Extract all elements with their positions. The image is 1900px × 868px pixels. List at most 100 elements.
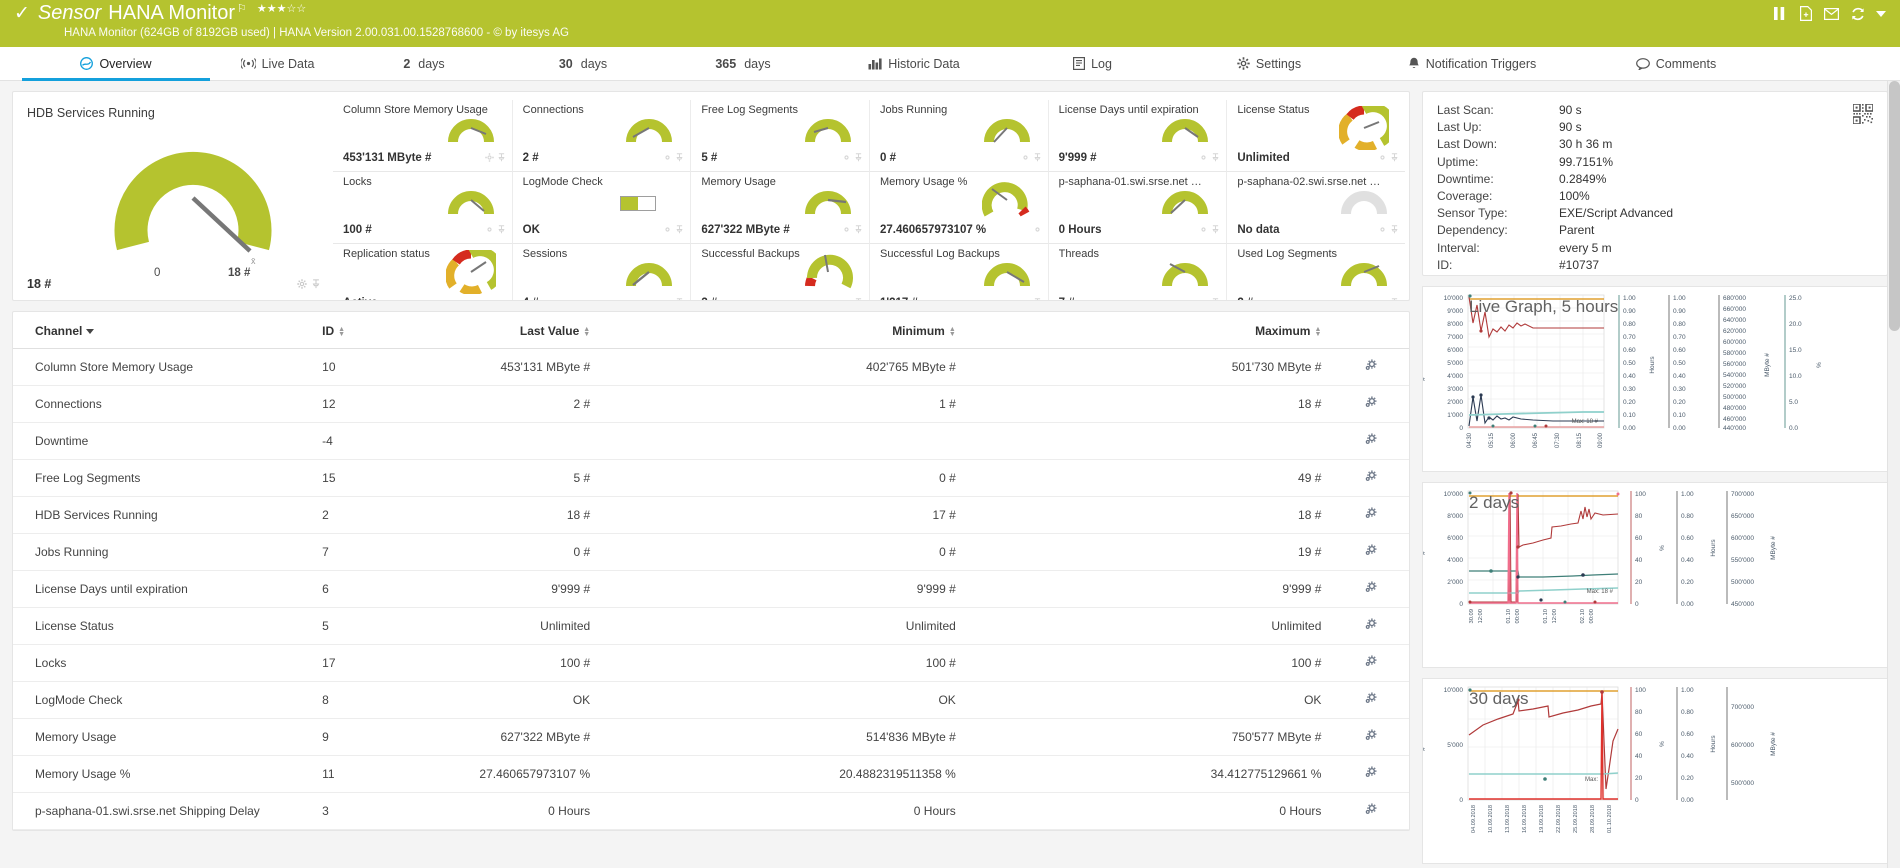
column-header-minimum[interactable]: Minimum▲▼ bbox=[600, 312, 966, 349]
pin-icon[interactable] bbox=[675, 294, 684, 301]
graph-live-5-hours[interactable]: Live Graph, 5 hours # 10'0009'000 8'0007… bbox=[1422, 286, 1888, 472]
mini-gauge-column-store-memory-usage[interactable]: Column Store Memory Usage 453'131 MByte … bbox=[333, 100, 512, 172]
add-document-icon[interactable] bbox=[1798, 6, 1813, 21]
pin-icon[interactable] bbox=[1390, 221, 1399, 239]
tab-log[interactable]: Log bbox=[1005, 47, 1180, 80]
table-row[interactable]: Connections122 #1 #18 # bbox=[13, 386, 1409, 423]
gear-icon[interactable] bbox=[1364, 618, 1377, 634]
mini-gauge-replication-status[interactable]: Replication status Active bbox=[333, 244, 512, 301]
cell-actions[interactable] bbox=[1331, 793, 1409, 830]
pin-icon[interactable] bbox=[1211, 221, 1220, 239]
mini-gauge-locks[interactable]: Locks 100 # bbox=[333, 172, 512, 244]
email-icon[interactable] bbox=[1824, 6, 1839, 21]
flag-icon[interactable]: ⚐ bbox=[237, 2, 247, 15]
cell-actions[interactable] bbox=[1331, 608, 1409, 645]
cell-actions[interactable] bbox=[1331, 682, 1409, 719]
gear-icon[interactable] bbox=[1364, 396, 1377, 412]
gear-icon[interactable] bbox=[1378, 294, 1387, 301]
gear-icon[interactable] bbox=[663, 149, 672, 167]
mini-gauge-sessions[interactable]: Sessions 4 # bbox=[512, 244, 691, 301]
table-row[interactable]: p-saphana-01.swi.srse.net Shipping Delay… bbox=[13, 793, 1409, 830]
tab-notification-triggers[interactable]: Notification Triggers bbox=[1358, 47, 1586, 80]
gear-icon[interactable] bbox=[842, 221, 851, 239]
refresh-icon[interactable] bbox=[1850, 6, 1865, 21]
rating-stars[interactable]: ★★★☆☆ bbox=[257, 2, 306, 15]
gear-icon[interactable] bbox=[1364, 692, 1377, 708]
mini-gauge-free-log-segments[interactable]: Free Log Segments 5 # bbox=[690, 100, 869, 172]
gear-icon[interactable] bbox=[1033, 221, 1042, 239]
tab-comments[interactable]: Comments bbox=[1586, 47, 1766, 80]
pin-icon[interactable] bbox=[675, 221, 684, 239]
gear-icon[interactable] bbox=[1021, 294, 1030, 301]
tab-settings[interactable]: Settings bbox=[1180, 47, 1358, 80]
cell-actions[interactable] bbox=[1331, 423, 1409, 460]
pin-icon[interactable] bbox=[854, 149, 863, 167]
graph-2-days[interactable]: 2 days # 10'0008'000 6'0004'000 2'0000 bbox=[1422, 482, 1888, 668]
column-header-id[interactable]: ID▲▼ bbox=[312, 312, 390, 349]
mini-gauge-memory-usage-percent[interactable]: Memory Usage % 27.460657973107 % bbox=[869, 172, 1048, 244]
pin-icon[interactable] bbox=[854, 221, 863, 239]
pin-icon[interactable] bbox=[1211, 149, 1220, 167]
gear-icon[interactable] bbox=[1199, 221, 1208, 239]
pin-icon[interactable] bbox=[311, 276, 321, 294]
table-row[interactable]: LogMode Check8OKOKOK bbox=[13, 682, 1409, 719]
pin-icon[interactable] bbox=[675, 149, 684, 167]
cell-actions[interactable] bbox=[1331, 534, 1409, 571]
gear-icon[interactable] bbox=[1364, 655, 1377, 671]
gear-icon[interactable] bbox=[1199, 149, 1208, 167]
mini-gauge-memory-usage[interactable]: Memory Usage 627'322 MByte # bbox=[690, 172, 869, 244]
pin-icon[interactable] bbox=[1211, 294, 1220, 301]
mini-gauge-license-status[interactable]: License Status Unlimited bbox=[1226, 100, 1405, 172]
mini-gauge-successful-backups[interactable]: Successful Backups 3 # bbox=[690, 244, 869, 301]
graph-30-days[interactable]: 30 days # 10'0005'000 0 bbox=[1422, 678, 1888, 864]
tab-live-data[interactable]: Live Data bbox=[210, 47, 345, 80]
gear-icon[interactable] bbox=[1199, 294, 1208, 301]
cell-actions[interactable] bbox=[1331, 460, 1409, 497]
gear-icon[interactable] bbox=[1378, 221, 1387, 239]
gear-icon[interactable] bbox=[1364, 803, 1377, 819]
gear-icon[interactable] bbox=[1364, 729, 1377, 745]
table-row[interactable]: Downtime-4 bbox=[13, 423, 1409, 460]
cell-actions[interactable] bbox=[1331, 386, 1409, 423]
tab-2-days[interactable]: 2 days bbox=[345, 47, 503, 80]
cell-actions[interactable] bbox=[1331, 756, 1409, 793]
gear-icon[interactable] bbox=[485, 149, 494, 167]
cell-actions[interactable] bbox=[1331, 571, 1409, 608]
pin-icon[interactable] bbox=[854, 294, 863, 301]
table-row[interactable]: Free Log Segments155 #0 #49 # bbox=[13, 460, 1409, 497]
mini-gauge-logmode-check[interactable]: LogMode Check OK bbox=[512, 172, 691, 244]
pause-icon[interactable] bbox=[1772, 6, 1787, 21]
mini-gauge-threads[interactable]: Threads 7 # bbox=[1048, 244, 1227, 301]
tab-365-days[interactable]: 365 days bbox=[663, 47, 823, 80]
gear-icon[interactable] bbox=[842, 149, 851, 167]
gear-icon[interactable] bbox=[1364, 507, 1377, 523]
gear-icon[interactable] bbox=[1021, 149, 1030, 167]
mini-gauge-used-log-segments[interactable]: Used Log Segments 2 # bbox=[1226, 244, 1405, 301]
mini-gauge-p-saphana-01-shipping-delay[interactable]: p-saphana-01.swi.srse.net Sh… 0 Hours bbox=[1048, 172, 1227, 244]
mini-gauge-successful-log-backups[interactable]: Successful Log Backups 1'217 # bbox=[869, 244, 1048, 301]
mini-gauge-connections[interactable]: Connections 2 # bbox=[512, 100, 691, 172]
scrollbar-thumb[interactable] bbox=[1889, 81, 1900, 331]
gear-icon[interactable] bbox=[1364, 544, 1377, 560]
gear-icon[interactable] bbox=[663, 294, 672, 301]
column-header-channel[interactable]: Channel bbox=[13, 312, 312, 349]
tab-30-days[interactable]: 30 days bbox=[503, 47, 663, 80]
gear-icon[interactable] bbox=[1364, 359, 1377, 375]
tab-overview[interactable]: Overview bbox=[22, 47, 210, 80]
dropdown-caret-icon[interactable] bbox=[1876, 11, 1886, 17]
gear-icon[interactable] bbox=[1364, 581, 1377, 597]
gear-icon[interactable] bbox=[1364, 470, 1377, 486]
table-row[interactable]: Memory Usage9627'322 MByte #514'836 MByt… bbox=[13, 719, 1409, 756]
table-row[interactable]: Locks17100 #100 #100 # bbox=[13, 645, 1409, 682]
mini-gauge-p-saphana-02-shipping-delay[interactable]: p-saphana-02.swi.srse.net Sh… No data bbox=[1226, 172, 1405, 244]
mini-gauge-jobs-running[interactable]: Jobs Running 0 # bbox=[869, 100, 1048, 172]
cell-actions[interactable] bbox=[1331, 349, 1409, 386]
pin-icon[interactable] bbox=[1033, 294, 1042, 301]
qr-code-icon[interactable] bbox=[1853, 104, 1873, 124]
gear-icon[interactable] bbox=[1364, 766, 1377, 782]
table-row[interactable]: Jobs Running70 #0 #19 # bbox=[13, 534, 1409, 571]
primary-gauge-hdb-services-running[interactable]: HDB Services Running x̄ 18 # 0 18 # bbox=[13, 100, 333, 300]
table-row[interactable]: License Days until expiration69'999 #9'9… bbox=[13, 571, 1409, 608]
pin-icon[interactable] bbox=[1033, 149, 1042, 167]
pin-icon[interactable] bbox=[1390, 149, 1399, 167]
